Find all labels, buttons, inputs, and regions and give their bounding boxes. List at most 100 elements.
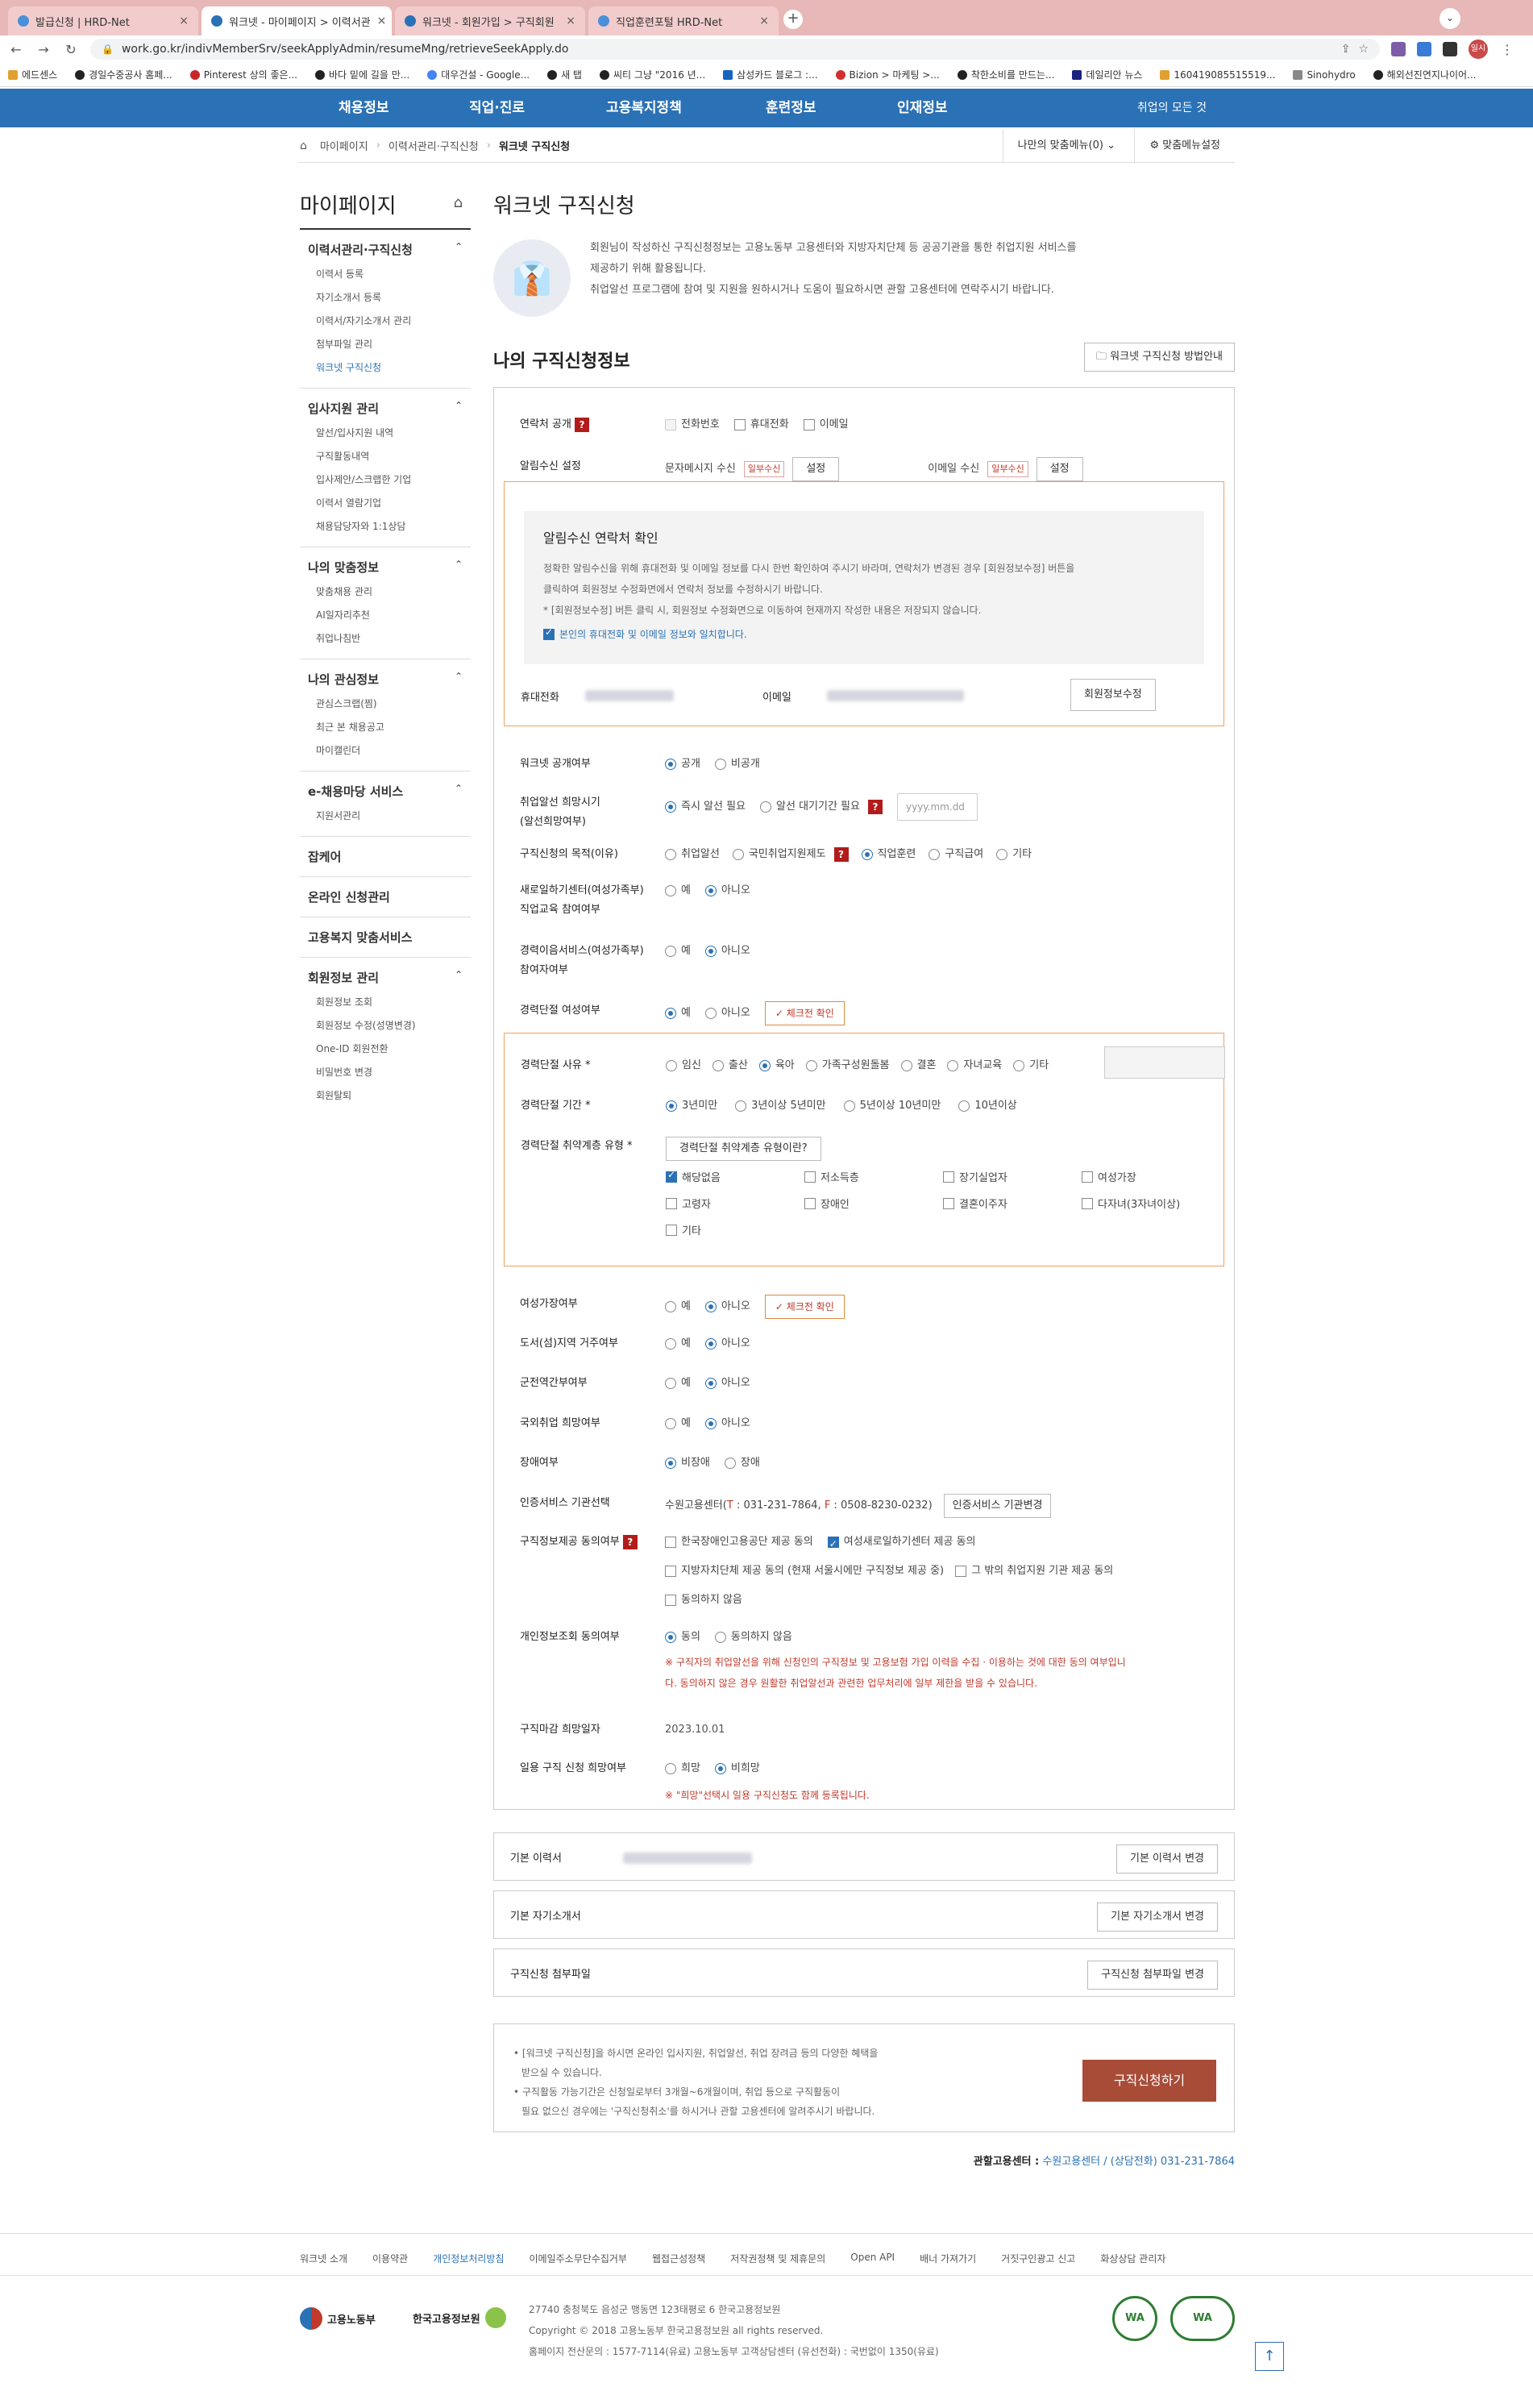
radio-purpose-placement[interactable]: 취업알선 — [665, 845, 720, 864]
bookmark-item[interactable]: 착한소비를 만드는... — [957, 68, 1054, 81]
star-icon[interactable]: ☆ — [1358, 43, 1369, 56]
radio-period[interactable]: 10년이상 — [958, 1096, 1017, 1116]
radio[interactable] — [704, 1418, 717, 1429]
footer-link[interactable]: 화상상담 관리자 — [1100, 2252, 1165, 2265]
checkbox[interactable] — [733, 419, 746, 430]
gnb-item-training[interactable]: 훈련정보 — [766, 89, 816, 127]
close-icon[interactable]: × — [179, 15, 189, 27]
checkbox-consent[interactable]: 여성새로일하기센터 제공 동의 — [827, 1533, 976, 1553]
radio[interactable] — [665, 1338, 676, 1350]
edit-member-info-button[interactable]: 회원정보수정 — [1070, 679, 1156, 711]
checkbox-consent[interactable]: 그 밖의 취업지원 기관 제공 동의 — [955, 1562, 1113, 1581]
sidebar-item[interactable]: 이력서/자기소개서 관리 — [300, 310, 471, 333]
help-icon[interactable]: ? — [622, 1534, 638, 1549]
checkbox[interactable] — [803, 419, 815, 430]
bookmark-item[interactable]: 바다 밑에 길을 만... — [315, 68, 409, 81]
radio-yes[interactable]: 예 — [665, 1414, 691, 1433]
checkbox-vuln[interactable]: 기타 — [666, 1222, 804, 1237]
sidebar-item[interactable]: AI일자리추천 — [300, 604, 471, 627]
radio[interactable] — [805, 1060, 817, 1071]
chevron-up-icon[interactable]: ⌃ — [455, 969, 463, 980]
change-cover-letter-button[interactable]: 기본 자기소개서 변경 — [1097, 1903, 1218, 1932]
footer-link-privacy[interactable]: 개인정보처리방침 — [433, 2252, 504, 2265]
radio-period[interactable]: 5년이상 10년미만 — [843, 1096, 941, 1116]
checkbox-consent[interactable]: 한국장애인고용공단 제공 동의 — [665, 1533, 813, 1552]
checkbox[interactable] — [827, 1534, 839, 1553]
sidebar-item[interactable]: 이력서 등록 — [300, 263, 471, 286]
bookmark-item[interactable]: 해외선진연지나이어... — [1373, 68, 1476, 81]
scroll-top-button[interactable]: ↑ — [1255, 2342, 1284, 2371]
radio-purpose-benefit[interactable]: 구직급여 — [929, 845, 983, 864]
radio[interactable] — [665, 1301, 676, 1312]
help-icon[interactable]: ? — [867, 800, 883, 814]
radio[interactable] — [665, 946, 676, 957]
bookmark-item[interactable]: 씨티 그냥 "2016 년... — [599, 68, 705, 81]
checkbox[interactable] — [943, 1171, 954, 1183]
sidebar-item[interactable]: 회원정보 조회 — [300, 991, 471, 1014]
checkbox-vuln[interactable]: 결혼이주자 — [943, 1196, 1082, 1211]
radio[interactable] — [714, 1632, 726, 1643]
change-attachment-button[interactable]: 구직신청 첨부파일 변경 — [1087, 1961, 1218, 1990]
footer-link[interactable]: Open API — [850, 2252, 895, 2265]
checkbox-vuln[interactable]: 저소득층 — [804, 1169, 943, 1184]
bookmark-item[interactable]: Sinohydro — [1293, 69, 1356, 81]
sidebar-item[interactable]: 이력서 열람기업 — [300, 492, 471, 515]
radio-yes[interactable]: 예 — [665, 1004, 691, 1023]
radio-yes[interactable]: 예 — [665, 942, 691, 961]
gnb-item-welfare[interactable]: 고용복지정책 — [606, 89, 682, 127]
radio[interactable] — [714, 759, 726, 770]
extension-icon[interactable] — [1391, 42, 1406, 56]
checkbox[interactable] — [943, 1197, 954, 1209]
footer-link[interactable]: 워크넷 소개 — [300, 2252, 347, 2265]
sidebar-group-title[interactable]: 회원정보 관리 — [300, 969, 471, 986]
gnb-item-jobs[interactable]: 채용정보 — [339, 89, 389, 127]
radio[interactable] — [665, 1378, 676, 1389]
footer-link[interactable]: 거짓구인광고 신고 — [1001, 2252, 1075, 2265]
bookmark-item[interactable]: 160419085515519... — [1160, 69, 1275, 81]
gnb-item-talent[interactable]: 인재정보 — [897, 89, 948, 127]
radio[interactable] — [704, 1008, 717, 1019]
radio-reason[interactable]: 기타 — [1013, 1056, 1049, 1075]
radio[interactable] — [665, 1418, 676, 1429]
radio[interactable] — [666, 1100, 677, 1112]
bookmark-item[interactable]: Pinterest 상의 좋은... — [189, 68, 297, 81]
radio[interactable] — [758, 1060, 771, 1071]
radio[interactable] — [704, 1378, 717, 1389]
radio[interactable] — [732, 849, 744, 860]
sidebar-item[interactable]: 마이캘린더 — [300, 739, 471, 763]
chevron-up-icon[interactable]: ⌃ — [455, 559, 463, 570]
extensions-puzzle-icon[interactable] — [1443, 42, 1457, 56]
checkbox-vuln[interactable]: 다자녀(3자녀이상) — [1082, 1196, 1220, 1211]
chevron-up-icon[interactable]: ⌃ — [455, 400, 463, 411]
radio-private[interactable]: 비공개 — [714, 755, 760, 774]
checkbox-vuln[interactable]: 여성가장 — [1082, 1169, 1220, 1184]
radio-purpose-training[interactable]: 직업훈련 — [861, 845, 916, 864]
change-resume-button[interactable]: 기본 이력서 변경 — [1116, 1844, 1218, 1874]
radio[interactable] — [704, 885, 717, 896]
radio-no[interactable]: 아니오 — [704, 1334, 750, 1354]
sidebar-group-title[interactable]: 입사지원 관리 — [300, 400, 471, 417]
checkbox[interactable] — [543, 626, 555, 640]
date-input[interactable]: yyyy.mm.dd — [896, 793, 978, 821]
bookmark-item[interactable]: 대우건설 - Google... — [427, 68, 530, 81]
breadcrumb-item[interactable]: 이력서관리·구직신청 — [388, 138, 479, 153]
confirm-agree-checkbox[interactable]: 본인의 휴대전화 및 이메일 정보와 일치합니다. — [543, 626, 1185, 641]
checkbox[interactable] — [804, 1171, 816, 1183]
close-icon[interactable]: × — [566, 15, 575, 27]
sidebar-item-welfare-service[interactable]: 고용복지 맞춤서비스 — [300, 917, 471, 958]
radio[interactable] — [958, 1100, 970, 1112]
reload-icon[interactable]: ↻ — [63, 42, 79, 57]
radio[interactable] — [760, 801, 772, 813]
checkbox-phone[interactable]: 전화번호 — [665, 415, 720, 435]
checkbox[interactable] — [665, 1595, 676, 1606]
new-tab-button[interactable]: + — [783, 10, 803, 29]
submit-seek-apply-button[interactable]: 구직신청하기 — [1082, 2060, 1216, 2102]
radio-disabled[interactable]: 장애 — [724, 1454, 760, 1473]
radio-no[interactable]: 아니오 — [704, 1414, 750, 1433]
footer-link[interactable]: 웹접근성정책 — [652, 2252, 705, 2265]
radio-purpose-national[interactable]: 국민취업지원제도? — [732, 845, 849, 864]
bookmark-item[interactable]: 경일수중공사 홈페... — [75, 68, 172, 81]
custom-menu-button[interactable]: ⚙ 맞춤메뉴설정 — [1134, 129, 1235, 163]
sidebar-item[interactable]: 관심스크랩(찜) — [300, 692, 471, 716]
close-icon[interactable]: × — [377, 15, 387, 27]
